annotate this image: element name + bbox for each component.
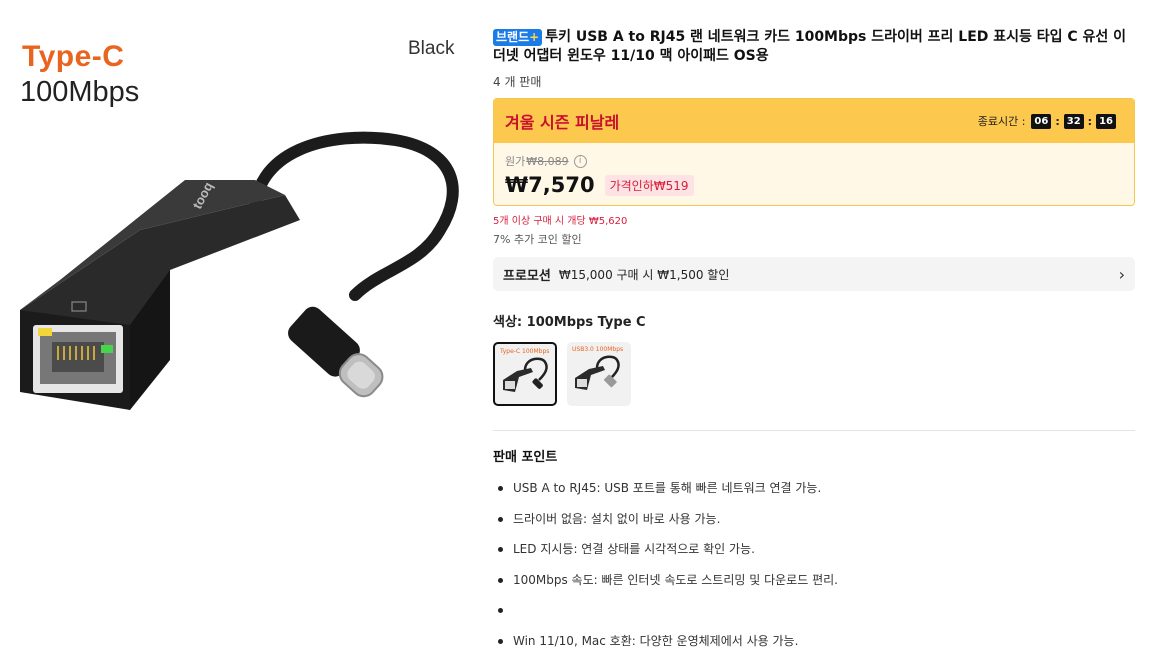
swatch-type-c[interactable]: Type-C 100Mbps — [493, 342, 557, 406]
timer-minutes: 32 — [1063, 113, 1084, 129]
countdown-timer: 종료시간 : 06 : 32 : 16 — [978, 113, 1116, 129]
color-option-label: 색상: 100Mbps Type C — [493, 315, 646, 330]
bulk-discount-text: 5개 이상 구매 시 개당 ₩5,620 — [493, 216, 628, 227]
list-item: Win 11/10, Mac 호환: 다양한 운영체제에서 사용 가능. — [493, 626, 1135, 657]
swatch-mini-label: USB3.0 100Mbps — [572, 346, 624, 353]
section-divider — [493, 430, 1135, 431]
timer-separator: : — [1055, 114, 1060, 128]
original-price: ₩8,089 — [526, 154, 569, 168]
hero-color-label: Black — [408, 38, 455, 59]
timer-label: 종료시간 : — [977, 115, 1026, 128]
brand-plus-badge[interactable]: 브랜드+ — [493, 29, 543, 46]
timer-separator: : — [1087, 114, 1093, 128]
sold-count: 4 개 판매 — [493, 75, 542, 89]
list-item: 드라이버 없음: 설치 없이 바로 사용 가능. — [493, 504, 1135, 535]
product-title-text: 투키 USB A to RJ45 랜 네트워크 카드 100Mbps 드라이버 … — [493, 29, 1127, 64]
product-detail-panel: 브랜드+ 투키 USB A to RJ45 랜 네트워크 카드 100Mbps 드… — [493, 28, 1135, 656]
list-item — [493, 595, 1135, 626]
promotion-tag: 프로모션 — [503, 268, 551, 284]
list-item: 100Mbps 속도: 빠른 인터넷 속도로 스트리밍 및 다운로드 편리. — [493, 565, 1135, 596]
info-icon[interactable]: i — [573, 154, 587, 168]
price-cut-badge: 가격인하₩519 — [604, 174, 694, 196]
product-title: 브랜드+ 투키 USB A to RJ45 랜 네트워크 카드 100Mbps 드… — [493, 28, 1135, 66]
color-swatches: Type-C 100Mbps USB3.0 100Mbps — [493, 342, 1135, 406]
original-price-label: 원가 — [505, 155, 526, 168]
hero-type-label: Type-C — [22, 40, 125, 73]
list-item: USB A to RJ45: USB 포트를 통해 빠른 네트워크 연결 가능. — [493, 473, 1135, 504]
current-price-row: ₩7,570 가격인하₩519 — [505, 173, 1123, 197]
coin-discount-text: 7% 추가 코인 할인 — [493, 233, 582, 246]
selling-points-title: 판매 포인트 — [493, 450, 558, 465]
list-item: LED 지시등: 연결 상태를 시각적으로 확인 가능. — [493, 534, 1135, 565]
original-price-row: 원가 ₩8,089 i — [505, 153, 1123, 169]
current-price: ₩7,570 — [505, 173, 595, 197]
selling-points-list: USB A to RJ45: USB 포트를 통해 빠른 네트워크 연결 가능.… — [493, 473, 1135, 656]
ethernet-adapter-illustration: tooq — [20, 131, 459, 410]
swatch-usb-a[interactable]: USB3.0 100Mbps — [567, 342, 631, 406]
sale-banner: 겨울 시즌 피날레 종료시간 : 06 : 32 : 16 원가 ₩8,089 … — [493, 98, 1135, 206]
sale-title: 겨울 시즌 피날레 — [505, 113, 620, 132]
hero-speed-label: 100Mbps — [20, 76, 140, 108]
sale-header: 겨울 시즌 피날레 종료시간 : 06 : 32 : 16 — [494, 99, 1134, 143]
promotion-text: ₩15,000 구매 시 ₩1,500 할인 — [558, 267, 730, 282]
timer-hours: 06 — [1031, 113, 1052, 129]
timer-seconds: 16 — [1096, 113, 1116, 129]
swatch-mini-label: Type-C 100Mbps — [500, 348, 550, 355]
price-section: 원가 ₩8,089 i ₩7,570 가격인하₩519 — [494, 143, 1134, 205]
product-main-image[interactable]: Type-C 100Mbps Black tooq — [0, 0, 480, 672]
promotion-bar[interactable]: 프로모션 ₩15,000 구매 시 ₩1,500 할인 › — [493, 257, 1135, 291]
chevron-right-icon: › — [1118, 264, 1125, 284]
